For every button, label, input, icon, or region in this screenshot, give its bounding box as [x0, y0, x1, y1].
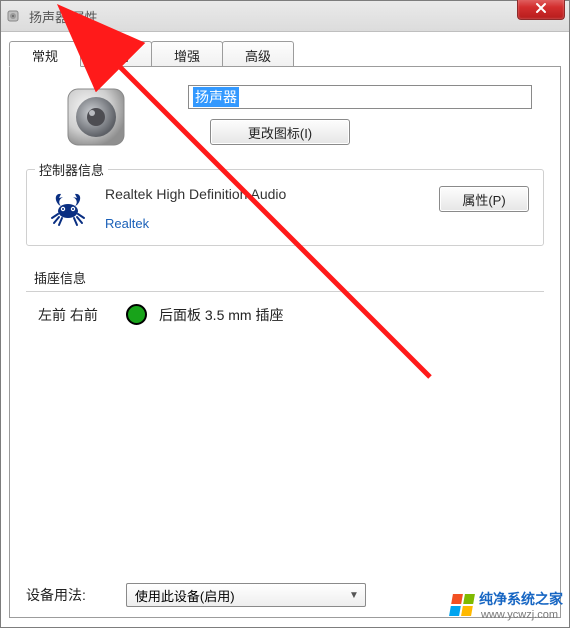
jack-position: 左前 右前	[38, 305, 126, 325]
close-icon	[535, 2, 547, 14]
device-usage-row: 设备用法: 使用此设备(启用) ▼	[26, 583, 366, 607]
speaker-icon	[64, 85, 128, 149]
jack-section-label: 插座信息	[34, 268, 544, 287]
watermark: 纯净系统之家 www.ycwzj.com	[451, 589, 563, 621]
titlebar: 扬声器 属性	[1, 1, 569, 32]
controller-vendor-link[interactable]: Realtek	[105, 216, 427, 231]
tab-levels[interactable]: 级别	[80, 41, 152, 67]
window-title: 扬声器 属性	[29, 7, 98, 26]
realtek-crab-icon	[47, 188, 89, 230]
device-header: 扬声器 更改图标(I)	[26, 85, 544, 149]
close-button[interactable]	[517, 0, 565, 20]
tab-panel-general: 扬声器 更改图标(I) 控制器信息	[9, 66, 561, 618]
tab-general[interactable]: 常规	[9, 41, 81, 67]
jack-info-section: 插座信息 左前 右前 后面板 3.5 mm 插座	[26, 268, 544, 325]
change-icon-button[interactable]: 更改图标(I)	[210, 119, 350, 145]
controller-info-group: 控制器信息	[26, 169, 544, 246]
device-name-input[interactable]: 扬声器	[188, 85, 532, 109]
device-usage-select[interactable]: 使用此设备(启用) ▼	[126, 583, 366, 607]
watermark-title: 纯净系统之家	[479, 589, 563, 609]
jack-color-indicator	[126, 304, 147, 325]
tab-enhancements[interactable]: 增强	[151, 41, 223, 67]
controller-name: Realtek High Definition Audio	[105, 186, 427, 202]
usage-label: 设备用法:	[26, 585, 86, 605]
speaker-titlebar-icon	[7, 8, 23, 24]
tab-advanced[interactable]: 高级	[222, 41, 294, 67]
tab-strip: 常规 级别 增强 高级	[9, 40, 561, 66]
chevron-down-icon: ▼	[349, 590, 359, 601]
controller-section-label: 控制器信息	[35, 160, 108, 179]
device-usage-value: 使用此设备(启用)	[135, 586, 235, 605]
device-name-value: 扬声器	[193, 87, 239, 107]
watermark-logo-icon	[449, 594, 475, 616]
jack-name: 后面板 3.5 mm 插座	[159, 305, 283, 325]
properties-window: 扬声器 属性 常规 级别 增强 高级	[0, 0, 570, 628]
divider	[26, 291, 544, 292]
watermark-url: www.ycwzj.com	[481, 609, 563, 621]
controller-properties-button[interactable]: 属性(P)	[439, 186, 529, 212]
